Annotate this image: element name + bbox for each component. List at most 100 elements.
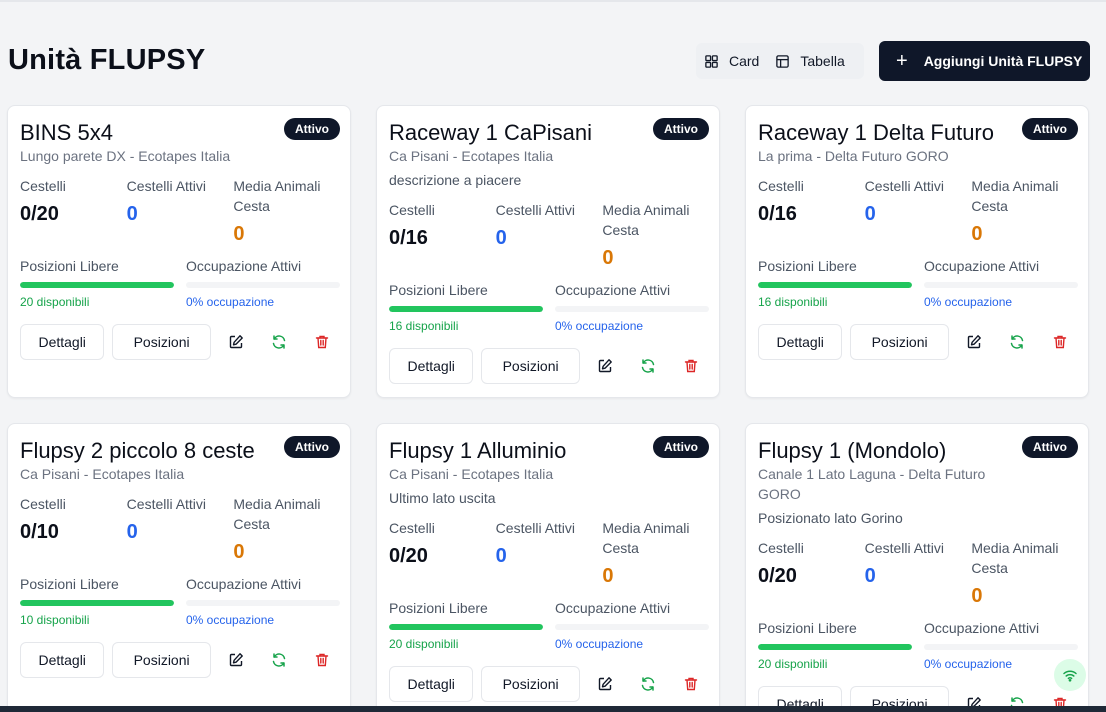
delete-button[interactable] (305, 642, 340, 678)
progress-track (20, 600, 174, 606)
progress-track (186, 282, 340, 288)
positions-button[interactable]: Posizioni (481, 348, 580, 384)
delete-button[interactable] (674, 348, 709, 384)
edit-button[interactable] (957, 324, 992, 360)
edit-button[interactable] (588, 348, 623, 384)
refresh-icon (642, 677, 655, 691)
active-occupancy: Occupazione Attivi 0% occupazione (186, 574, 340, 628)
card-title: Flupsy 1 Alluminio (389, 438, 567, 463)
card-subtitle: Ca Pisani - Ecotapes Italia (389, 466, 554, 482)
progress-track (555, 624, 709, 630)
stat-label: Cestelli (758, 178, 804, 194)
free-positions: Posizioni Libere 20 disponibili (20, 256, 174, 310)
refresh-button[interactable] (262, 642, 297, 678)
flupsy-card: Flupsy 1 (Mondolo) Attivo Canale 1 Lato … (745, 423, 1089, 712)
edit-icon (230, 335, 244, 349)
details-button[interactable]: Dettagli (389, 348, 474, 384)
status-badge: Attivo (1022, 118, 1078, 140)
progress-track (186, 600, 340, 606)
stat-cestelli: Cestelli 0/16 (758, 176, 865, 246)
stat-value: 0 (864, 203, 876, 225)
details-button[interactable]: Dettagli (389, 666, 474, 702)
top-divider (0, 0, 1106, 2)
bar-label: Posizioni Libere (389, 600, 488, 616)
card-title: Raceway 1 CaPisani (389, 120, 592, 145)
stat-value: 0 (233, 223, 245, 245)
stat-value: 0 (126, 521, 138, 543)
positions-button[interactable]: Posizioni (481, 666, 580, 702)
refresh-button[interactable] (1000, 324, 1035, 360)
edit-button[interactable] (219, 642, 254, 678)
card-stats: Cestelli 0/16 Cestelli Attivi 0 Media An… (758, 176, 1078, 246)
wifi-icon (1063, 670, 1077, 682)
stat-label: Cestelli (389, 202, 435, 218)
delete-button[interactable] (674, 666, 709, 702)
stat-value: 0 (602, 247, 614, 269)
progress-track (555, 306, 709, 312)
stat-cestelli: Cestelli 0/20 (758, 538, 865, 608)
stat-value: 0 (495, 227, 507, 249)
flupsy-card: Flupsy 2 piccolo 8 ceste Attivo Ca Pisan… (7, 423, 351, 712)
status-badge: Attivo (653, 436, 709, 458)
stat-label: Media Animali Cesta (233, 178, 321, 214)
trash-icon (316, 335, 329, 349)
flupsy-card: Raceway 1 Delta Futuro Attivo La prima -… (745, 105, 1089, 398)
positions-button[interactable]: Posizioni (112, 642, 211, 678)
card-title: Flupsy 2 piccolo 8 ceste (20, 438, 255, 463)
progress-track (758, 282, 912, 288)
flupsy-card: BINS 5x4 Attivo Lungo parete DX - Ecotap… (7, 105, 351, 398)
view-card-button[interactable]: Card (696, 43, 767, 79)
positions-button[interactable]: Posizioni (112, 324, 211, 360)
details-button[interactable]: Dettagli (20, 642, 105, 678)
delete-button[interactable] (305, 324, 340, 360)
bar-note: 16 disponibili (758, 295, 828, 309)
bar-note: 10 disponibili (20, 613, 90, 627)
progress-fill (20, 282, 174, 288)
positions-button[interactable]: Posizioni (850, 324, 949, 360)
bar-label: Posizioni Libere (758, 620, 857, 636)
delete-button[interactable] (1043, 324, 1078, 360)
status-badge: Attivo (284, 118, 340, 140)
free-positions: Posizioni Libere 16 disponibili (758, 256, 912, 310)
bar-label: Occupazione Attivi (924, 258, 1040, 274)
add-flupsy-label: Aggiungi Unità FLUPSY (923, 53, 1083, 69)
edit-button[interactable] (588, 666, 623, 702)
status-badge: Attivo (1022, 436, 1078, 458)
edit-button[interactable] (219, 324, 254, 360)
wifi-status[interactable] (1054, 659, 1086, 691)
refresh-button[interactable] (262, 324, 297, 360)
add-flupsy-button[interactable]: + Aggiungi Unità FLUPSY (879, 41, 1090, 81)
card-subtitle: Ca Pisani - Ecotapes Italia (389, 148, 554, 164)
progress-track (389, 624, 543, 630)
card-actions: Dettagli Posizioni (389, 348, 709, 384)
bar-note: 0% occupazione (555, 637, 644, 651)
table-icon (776, 54, 790, 68)
card-description: descrizione a piacere (389, 172, 522, 188)
stat-media-animali: Media Animali Cesta 0 (971, 176, 1078, 246)
details-button[interactable]: Dettagli (20, 324, 105, 360)
progress-track (20, 282, 174, 288)
refresh-button[interactable] (631, 348, 666, 384)
active-occupancy: Occupazione Attivi 0% occupazione (186, 256, 340, 310)
stat-label: Media Animali Cesta (602, 520, 690, 556)
refresh-button[interactable] (631, 666, 666, 702)
card-title: Raceway 1 Delta Futuro (758, 120, 994, 145)
trash-icon (685, 359, 698, 373)
stat-label: Cestelli Attivi (495, 202, 576, 218)
flupsy-card: Flupsy 1 Alluminio Attivo Ca Pisani - Ec… (376, 423, 720, 712)
details-button[interactable]: Dettagli (758, 324, 843, 360)
stat-value: 0 (971, 585, 983, 607)
bar-label: Occupazione Attivi (555, 600, 671, 616)
view-table-button[interactable]: Tabella (767, 43, 852, 79)
view-card-label: Card (729, 53, 760, 69)
stat-label: Cestelli Attivi (864, 178, 945, 194)
stat-value: 0/20 (758, 565, 797, 587)
card-stats: Cestelli 0/16 Cestelli Attivi 0 Media An… (389, 200, 709, 270)
card-stats: Cestelli 0/20 Cestelli Attivi 0 Media An… (20, 176, 340, 246)
stat-cestelli-attivi: Cestelli Attivi 0 (496, 200, 603, 270)
stat-cestelli-attivi: Cestelli Attivi 0 (127, 176, 234, 246)
card-bars: Posizioni Libere 10 disponibili Occupazi… (20, 574, 340, 628)
bottom-bar (0, 706, 1106, 712)
stat-value: 0/20 (20, 203, 59, 225)
flupsy-card: Raceway 1 CaPisani Attivo Ca Pisani - Ec… (376, 105, 720, 398)
